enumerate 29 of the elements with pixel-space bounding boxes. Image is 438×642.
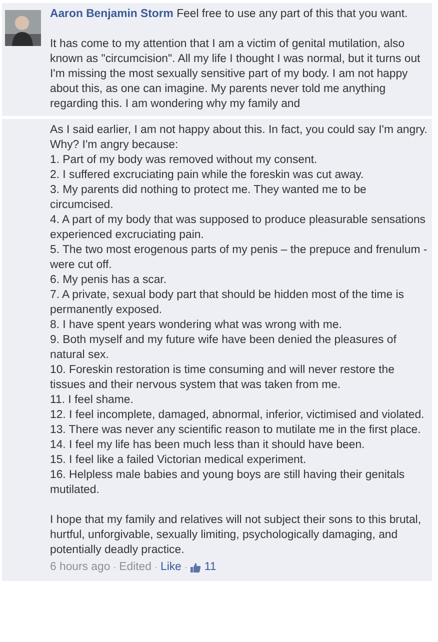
- list-item: 1. Part of my body was removed without my consent.: [50, 153, 318, 168]
- like-count[interactable]: 11: [204, 560, 216, 575]
- list-item: 3. My parents did nothing to protect me. They wanted me to be circumcised.: [50, 183, 368, 213]
- list-item: 16. Helpless male babies and young boys are still having their genitals mutilated.: [50, 468, 406, 498]
- thumbs-up-icon: [190, 562, 202, 573]
- comment-text: As I said earlier, I am not happy about this. In fact, you could say I'm angry. Why? I'm angry because:: [50, 123, 428, 153]
- comment-text: Aaron Benjamin Storm Feel free to use any part of this that you want.: [50, 7, 409, 22]
- separator: ·: [184, 561, 188, 574]
- list-item: 11. I feel shame.: [50, 393, 134, 408]
- list-item: 5. The two most erogenous parts of my penis – the prepuce and frenulum - were cut off.: [50, 243, 428, 273]
- comment-text: I hope that my family and relatives will not subject their sons to this brutal, hurtful, unforgivable, sexually limiting, psychologically damaging, and potentially deadly practice.: [50, 513, 422, 558]
- avatar[interactable]: [5, 10, 41, 46]
- list-item: 2. I suffered excruciating pain while the foreskin was cut away.: [50, 168, 365, 183]
- list-item: 15. I feel like a failed Victorian medical experiment.: [50, 453, 308, 468]
- list-item: 10. Foreskin restoration is time consuming and will never restore the tissues and their nervous system that was taken from me.: [50, 363, 396, 393]
- list-item: 6. My penis has a scar.: [50, 273, 168, 288]
- timestamp: 6 hours ago: [50, 560, 110, 575]
- separator: ·: [154, 561, 158, 574]
- like-link[interactable]: Like: [160, 560, 182, 575]
- list-item: 4. A part of my body that was supposed to produce pleasurable sensations experienced excruciating pain.: [50, 213, 426, 243]
- list-item: 14. I feel my life has been much less than it should have been.: [50, 438, 366, 453]
- separator: ·: [113, 561, 116, 574]
- list-item: 12. I feel incomplete, damaged, abnormal, inferior, victimised and violated.: [50, 408, 426, 423]
- list-item: 7. A private, sexual body part that should be hidden most of the time is permanently exposed.: [50, 288, 405, 318]
- list-item: 8. I have spent years wondering what was wrong with me.: [50, 318, 343, 333]
- author-link[interactable]: Aaron Benjamin Storm: [50, 8, 174, 20]
- list-item: 9. Both myself and my future wife have been denied the pleasures of natural sex.: [50, 333, 398, 363]
- comment-text: It has come to my attention that I am a victim of genital mutilation, also known as "circumcision". All my life I thought I was normal, but it turns out I'm missing the most sexually sensitive part of my body. I am not happy about this, as one can imagine. My parents never told me anything regarding this. I am wondering why my family and: [50, 37, 422, 112]
- list-item: 13. There was never any scientific reason to mutilate me in the first place.: [50, 423, 422, 438]
